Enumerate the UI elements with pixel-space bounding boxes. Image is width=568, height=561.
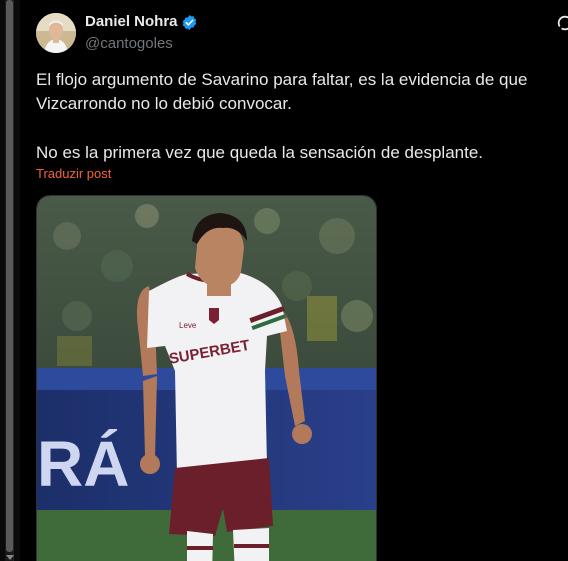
post-media-image[interactable]: RÁ SUPERBET Leve — [36, 195, 377, 561]
scroll-down-arrow-icon[interactable] — [6, 555, 14, 560]
post-text-line-3: No es la primera vez que queda la sensac… — [36, 143, 484, 162]
scrollbar-thumb[interactable] — [6, 0, 13, 552]
translate-post-link[interactable]: Traduzir post — [36, 166, 111, 181]
grok-icon[interactable] — [556, 14, 568, 32]
avatar[interactable] — [36, 13, 76, 53]
jersey-brand: Leve — [179, 321, 197, 330]
banner-text: RÁ — [37, 428, 129, 500]
verified-badge-icon — [182, 15, 197, 30]
scrollbar[interactable] — [5, 0, 14, 561]
author-handle[interactable]: @cantogoles — [85, 35, 173, 52]
post-text-line-2: Vizcarrondo no lo debió convocar. — [36, 94, 292, 113]
left-rail — [0, 0, 20, 561]
author-name[interactable]: Daniel Nohra — [85, 13, 178, 30]
post-text-line-1: El flojo argumento de Savarino para falt… — [36, 70, 528, 89]
